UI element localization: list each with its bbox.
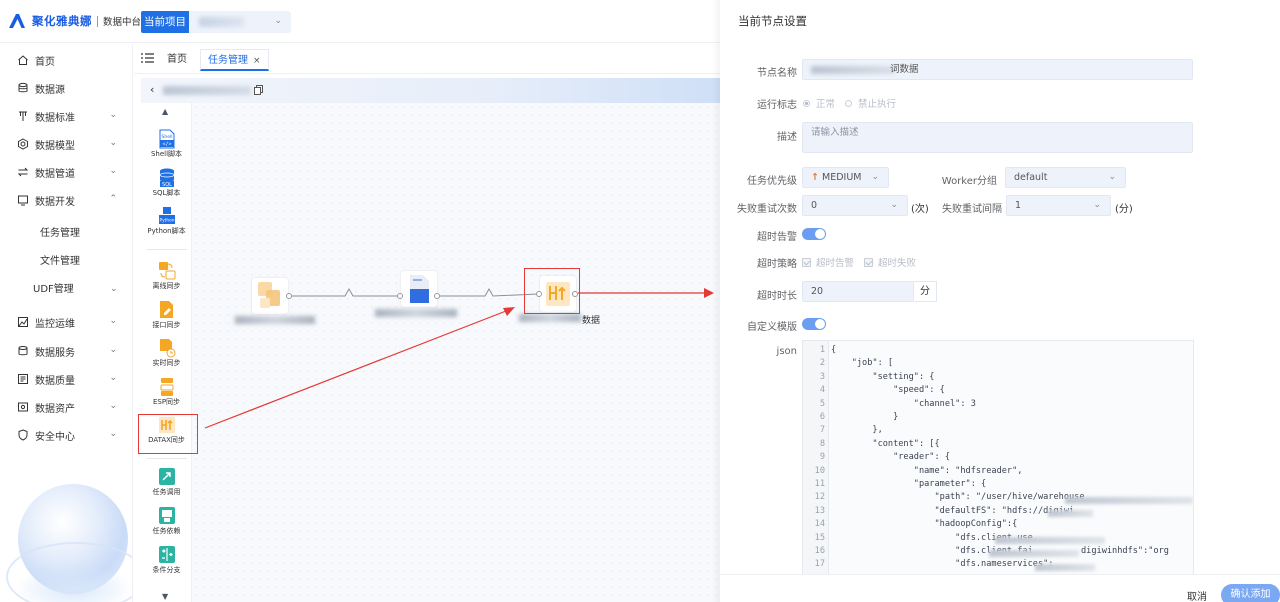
custom-template-label: 自定义模版	[747, 322, 797, 333]
document-icon	[410, 275, 429, 303]
timeout-duration-label: 超时时长	[757, 291, 797, 302]
priority-label: 任务优先级	[747, 176, 797, 187]
code-line: 1{	[819, 345, 837, 355]
timeout-duration-value: 20	[811, 286, 824, 297]
description-textarea[interactable]: 请输入描述	[802, 122, 1193, 153]
retry-count-value: 0	[811, 200, 818, 211]
code-redacted	[1035, 564, 1095, 571]
chevron-down-icon: ⌄	[890, 200, 898, 210]
code-line: 5 "channel": 3	[819, 398, 976, 409]
timeout-duration-input[interactable]: 20	[802, 281, 914, 302]
node-name-input[interactable]: 词数据	[802, 59, 1193, 80]
timeout-duration-unit: 分	[914, 281, 937, 302]
code-line: 12 "path": "/user/hive/warehouse	[814, 492, 1085, 503]
code-line: 17 "dfs.nameservices":	[814, 559, 1059, 570]
json-editor[interactable]: 1{ 2 "job": [ 3 "setting": { 4 "speed": …	[802, 340, 1194, 576]
checkbox-label: 超时告警	[816, 258, 855, 269]
retry-interval-unit: (分)	[1115, 204, 1133, 215]
radio-run-disabled[interactable]: 禁止执行	[845, 96, 896, 110]
code-line: 14 "hadoopConfig":{	[814, 519, 1018, 530]
offline-sync-icon	[258, 282, 280, 308]
radio-dot	[803, 99, 810, 107]
code-line-tail: digiwinhdfs":"org	[1081, 546, 1169, 556]
code-redacted	[989, 550, 1079, 557]
description-label: 描述	[777, 132, 797, 143]
code-redacted	[1048, 510, 1093, 517]
code-line: 6 }	[819, 412, 899, 422]
worker-group-select[interactable]: default ⌄	[1005, 167, 1126, 188]
highlight-box-datax-palette	[138, 414, 198, 454]
radio-run-normal[interactable]: 正常	[803, 96, 835, 110]
workflow-node-source[interactable]	[252, 278, 288, 314]
code-redacted	[995, 537, 1105, 544]
timeout-strategy-label: 超时策略	[757, 259, 797, 270]
radio-label: 正常	[816, 99, 836, 110]
code-redacted	[1065, 497, 1193, 504]
confirm-add-button[interactable]: 确认添加	[1221, 584, 1280, 602]
panel-title: 当前节点设置	[738, 14, 807, 28]
priority-select[interactable]: ↑ MEDIUM ⌄	[802, 167, 889, 188]
node-name-redacted	[235, 316, 315, 324]
code-line: 2 "job": [	[819, 358, 894, 369]
code-line: 7 },	[819, 425, 883, 436]
retry-interval-value: 1	[1015, 200, 1022, 211]
worker-group-label: Worker分组	[941, 176, 997, 187]
node-name-redacted	[375, 309, 457, 317]
node-name-redacted	[811, 66, 895, 74]
node-name-label: 节点名称	[757, 68, 797, 79]
highlight-box-datax-node	[524, 268, 580, 314]
chevron-down-icon: ⌄	[871, 172, 879, 182]
cancel-button[interactable]: 取消	[1187, 588, 1207, 602]
node-name-suffix: 词数据	[890, 64, 919, 75]
description-placeholder: 请输入描述	[811, 127, 859, 138]
timeout-alarm-toggle[interactable]	[802, 228, 826, 240]
worker-group-value: default	[1014, 172, 1048, 183]
checkbox-label: 超时失败	[878, 258, 917, 269]
code-line: 3 "setting": {	[819, 371, 935, 382]
arrow-up-icon: ↑	[811, 172, 819, 183]
retry-interval-select[interactable]: 1 ⌄	[1006, 195, 1111, 216]
node-output-port[interactable]	[286, 293, 292, 299]
node-name-redacted	[519, 314, 581, 322]
code-line: 9 "reader": {	[819, 452, 950, 463]
code-line: 8 "content": [{	[819, 438, 940, 449]
node-name-suffix: 数据	[582, 316, 601, 326]
chevron-down-icon: ⌄	[1108, 172, 1116, 182]
code-line: 13 "defaultFS": "hdfs://digiwi	[814, 505, 1075, 516]
retry-count-label: 失败重试次数	[737, 204, 797, 215]
timeout-alarm-label: 超时告警	[757, 232, 797, 243]
code-line: 10 "name": "hdfsreader",	[814, 465, 1023, 476]
code-line: 11 "parameter": {	[814, 479, 987, 489]
workflow-node-middle[interactable]	[401, 271, 437, 307]
run-flag-label: 运行标志	[757, 100, 797, 111]
checkbox-timeout-alarm[interactable]: 超时告警	[802, 255, 854, 269]
node-output-port[interactable]	[434, 293, 440, 299]
chevron-down-icon: ⌄	[1093, 200, 1101, 210]
retry-count-select[interactable]: 0 ⌄	[802, 195, 908, 216]
workflow-edges	[204, 287, 714, 429]
retry-count-unit: (次)	[911, 204, 929, 215]
checkbox-box	[802, 257, 811, 267]
priority-value: MEDIUM	[822, 172, 862, 183]
retry-interval-label: 失败重试间隔	[942, 204, 1002, 215]
json-label: json	[776, 346, 797, 357]
radio-dot	[845, 99, 852, 107]
radio-label: 禁止执行	[858, 99, 897, 110]
checkbox-timeout-fail[interactable]: 超时失败	[864, 255, 916, 269]
checkbox-box	[864, 257, 873, 267]
custom-template-toggle[interactable]	[802, 318, 826, 330]
node-input-port[interactable]	[397, 293, 403, 299]
code-line: 4 "speed": {	[819, 385, 945, 396]
